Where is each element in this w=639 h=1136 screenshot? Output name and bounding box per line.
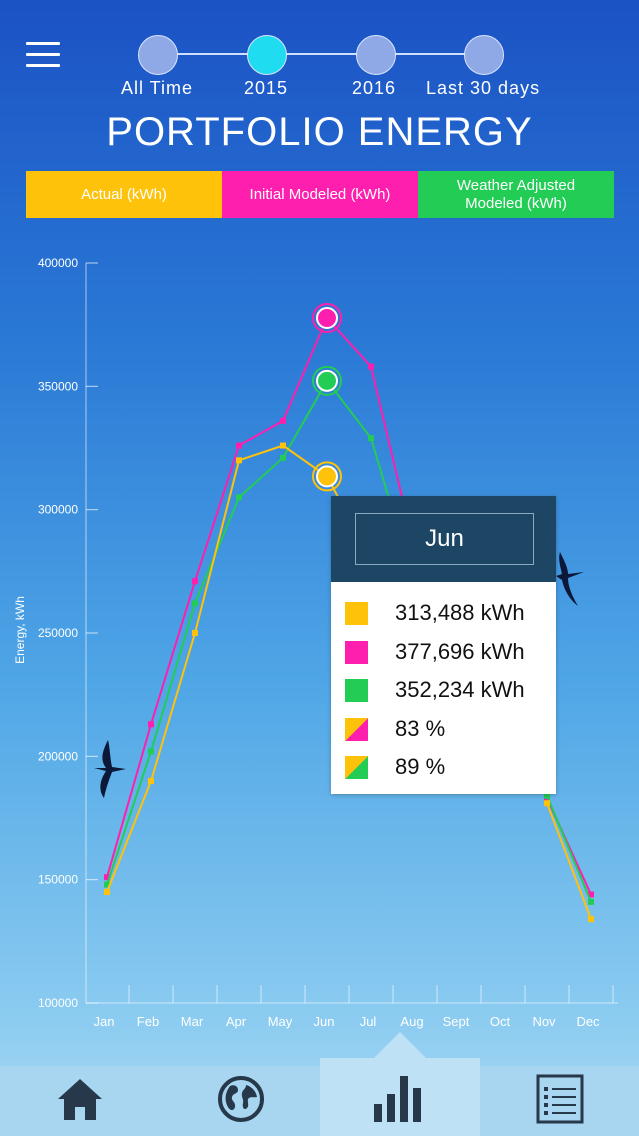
tooltip-row-initial-modeled: 377,696 kWh — [345, 636, 525, 668]
data-point — [236, 457, 242, 464]
tooltip-row-weather-adjusted: 352,234 kWh — [345, 674, 525, 706]
period-dot-2015[interactable] — [247, 35, 287, 75]
tooltip-weather-adjusted-value: 352,234 kWh — [395, 677, 525, 702]
data-point — [368, 435, 374, 442]
y-tick-label: 300000 — [38, 503, 78, 517]
data-tooltip: Jun 313,488 kWh 377,696 kWh 352,234 kWh … — [331, 496, 556, 794]
period-timeline-track — [157, 53, 483, 55]
y-tick-label: 100000 — [38, 996, 78, 1010]
home-icon — [58, 1079, 102, 1120]
swatch-weather-adjusted — [345, 678, 368, 702]
tooltip-header: Jun — [331, 496, 556, 582]
period-label-all-time[interactable]: All Time — [121, 78, 193, 99]
period-dot-all-time[interactable] — [138, 35, 178, 75]
data-point — [236, 442, 242, 449]
data-point — [236, 494, 242, 501]
period-label-2016[interactable]: 2016 — [352, 78, 396, 99]
data-point — [104, 889, 110, 895]
legend-weather-adjusted[interactable]: Weather Adjusted Modeled (kWh) — [418, 171, 614, 218]
tab-list[interactable] — [520, 1070, 600, 1128]
tooltip-actual-value: 313,488 kWh — [395, 600, 525, 625]
data-point — [368, 363, 374, 370]
tooltip-ratio-initial-value: 83 % — [395, 716, 446, 741]
legend-initial-modeled[interactable]: Initial Modeled (kWh) — [222, 171, 418, 218]
data-point — [280, 417, 286, 424]
x-tick-label: Oct — [490, 1014, 511, 1029]
menu-bar — [26, 42, 60, 45]
tab-globe[interactable] — [201, 1070, 281, 1128]
data-point — [280, 454, 286, 461]
selected-data-point — [316, 307, 338, 330]
data-point — [588, 898, 594, 905]
period-label-last-30-days[interactable]: Last 30 days — [426, 78, 540, 99]
period-label-2015[interactable]: 2015 — [244, 78, 288, 99]
tooltip-row-ratio-initial: 83 % — [345, 713, 445, 745]
tab-charts[interactable] — [360, 1070, 440, 1128]
y-tick-label: 200000 — [38, 749, 78, 763]
bird-icon — [556, 552, 584, 606]
data-point — [192, 578, 198, 585]
tooltip-row-ratio-weather: 89 % — [345, 751, 445, 783]
menu-button[interactable] — [26, 42, 60, 68]
menu-bar — [26, 53, 60, 56]
swatch-actual — [345, 601, 368, 625]
tooltip-initial-modeled-value: 377,696 kWh — [395, 639, 525, 664]
data-point — [280, 442, 286, 449]
data-point — [192, 600, 198, 607]
page-title: PORTFOLIO ENERGY — [106, 110, 533, 154]
selected-data-point — [316, 369, 338, 392]
swatch-initial-modeled — [345, 640, 368, 664]
y-tick-label: 400000 — [38, 256, 78, 270]
legend-actual[interactable]: Actual (kWh) — [26, 171, 222, 218]
list-icon — [536, 1074, 584, 1124]
tooltip-ratio-weather-value: 89 % — [395, 754, 446, 779]
menu-bar — [26, 64, 60, 67]
x-tick-label: Nov — [532, 1014, 556, 1029]
x-tick-label: Feb — [137, 1014, 159, 1029]
y-axis-label: Energy, kWh — [13, 596, 27, 664]
x-tick-label: Sept — [443, 1014, 470, 1029]
x-tick-label: Jan — [94, 1014, 115, 1029]
tab-home[interactable] — [40, 1070, 120, 1128]
x-tick-label: Jun — [314, 1014, 335, 1029]
data-point — [544, 800, 550, 807]
x-tick-label: Mar — [181, 1014, 204, 1029]
x-tick-label: Jul — [360, 1014, 377, 1029]
y-tick-label: 150000 — [38, 873, 78, 887]
data-point — [148, 721, 154, 728]
data-point — [148, 778, 154, 784]
series-line-2 — [546, 802, 592, 920]
y-tick-label: 250000 — [38, 626, 78, 640]
period-dot-last-30-days[interactable] — [464, 35, 504, 75]
y-tick-label: 350000 — [38, 379, 78, 393]
tooltip-row-actual: 313,488 kWh — [345, 597, 525, 629]
globe-icon — [218, 1076, 264, 1122]
x-tick-label: Dec — [576, 1014, 600, 1029]
selected-data-point — [316, 465, 338, 488]
x-tick-label: May — [268, 1014, 293, 1029]
x-tick-label: Aug — [400, 1014, 423, 1029]
tooltip-month: Jun — [355, 513, 534, 565]
swatch-ratio-initial — [345, 717, 368, 741]
period-dot-2016[interactable] — [356, 35, 396, 75]
data-point — [588, 916, 594, 923]
data-point — [192, 630, 198, 636]
bar-chart-icon — [374, 1076, 421, 1122]
tab-active-pointer — [372, 1032, 428, 1060]
swatch-ratio-weather — [345, 755, 368, 779]
data-point — [148, 748, 154, 755]
series-line-1 — [546, 795, 592, 903]
x-tick-label: Apr — [226, 1014, 247, 1029]
bird-icon — [94, 740, 126, 798]
